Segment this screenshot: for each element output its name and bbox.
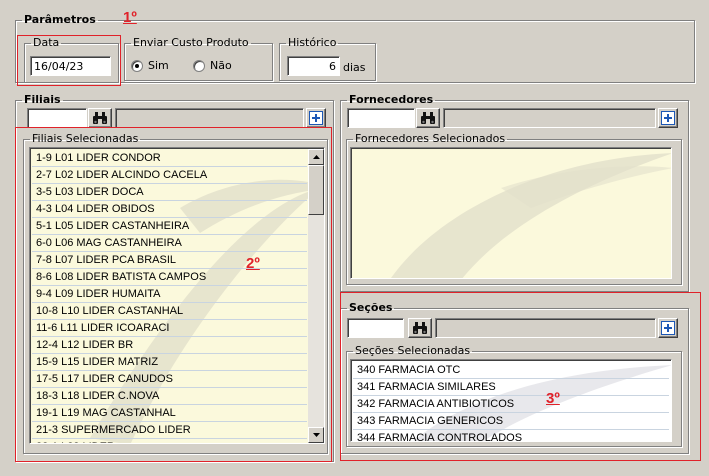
- filiais-title: Filiais: [24, 93, 61, 106]
- fornecedores-search-button[interactable]: [416, 108, 440, 128]
- filiais-search-button[interactable]: [88, 108, 112, 128]
- fornecedores-title: Fornecedores: [349, 93, 434, 106]
- scroll-thumb[interactable]: [308, 165, 324, 215]
- data-title: Data: [33, 36, 60, 49]
- list-item[interactable]: 19-1 L19 MAG CASTANHAL: [32, 405, 307, 422]
- secoes-add-button[interactable]: [658, 318, 678, 338]
- list-item[interactable]: 21-3 SUPERMERCADO LIDER: [32, 422, 307, 439]
- fornecedores-selecionados-title: Fornecedores Selecionados: [355, 132, 506, 145]
- scroll-down-button[interactable]: [308, 427, 324, 443]
- filiais-name-field: [115, 108, 304, 128]
- list-item[interactable]: 22-1 L22 LIDER: [32, 439, 307, 443]
- secoes-title: Seções: [349, 301, 393, 314]
- data-input[interactable]: [30, 56, 111, 76]
- filiais-code-input[interactable]: [27, 108, 87, 128]
- secoes-name-field: [435, 318, 656, 338]
- enviar-custo-group: Enviar Custo Produto: [124, 37, 273, 81]
- fornecedores-name-field: [443, 108, 656, 128]
- parametros-title: Parâmetros: [24, 13, 96, 26]
- list-item[interactable]: 343 FARMACIA GENERICOS: [353, 413, 669, 430]
- list-item[interactable]: 341 FARMACIA SIMILARES: [353, 379, 669, 396]
- add-icon: [661, 111, 675, 125]
- custo-nao-label[interactable]: Não: [210, 59, 232, 72]
- arrow-up-icon: [312, 155, 320, 159]
- list-item[interactable]: 340 FARMACIA OTC: [353, 362, 669, 379]
- custo-sim-radio[interactable]: [131, 60, 143, 72]
- list-item[interactable]: 11-6 L11 LIDER ICOARACI: [32, 320, 307, 337]
- annotation-label-1: 1º: [123, 9, 137, 26]
- fornecedores-list[interactable]: [350, 147, 672, 279]
- arrow-down-icon: [312, 433, 320, 437]
- scroll-up-button[interactable]: [308, 149, 324, 165]
- secoes-code-input[interactable]: [347, 318, 404, 338]
- list-item[interactable]: 342 FARMACIA ANTIBIOTICOS: [353, 396, 669, 413]
- custo-sim-label[interactable]: Sim: [148, 59, 169, 72]
- list-item[interactable]: 9-4 L09 LIDER HUMAITA: [32, 286, 307, 303]
- filiais-list[interactable]: 1-9 L01 LIDER CONDOR 2-7 L02 LIDER ALCIND…: [29, 147, 325, 444]
- list-item[interactable]: 7-8 L07 LIDER PCA BRASIL: [32, 252, 307, 269]
- filiais-selecionadas-title: Filiais Selecionadas: [32, 132, 139, 145]
- binoculars-icon: [421, 112, 435, 124]
- binoculars-icon: [413, 322, 427, 334]
- custo-nao-radio[interactable]: [193, 60, 205, 72]
- list-item[interactable]: 4-3 L04 LIDER OBIDOS: [32, 201, 307, 218]
- list-item[interactable]: 344 FARMACIA CONTROLADOS: [353, 430, 669, 441]
- add-icon: [661, 321, 675, 335]
- annotation-label-2: 2º: [246, 255, 260, 272]
- list-item[interactable]: 10-8 L10 LIDER CASTANHAL: [32, 303, 307, 320]
- secoes-search-button[interactable]: [408, 318, 432, 338]
- list-item[interactable]: 18-3 L18 LIDER C.NOVA: [32, 388, 307, 405]
- list-item[interactable]: 2-7 L02 LIDER ALCINDO CACELA: [32, 167, 307, 184]
- historico-input[interactable]: [287, 56, 340, 76]
- list-item[interactable]: 5-1 L05 LIDER CASTANHEIRA: [32, 218, 307, 235]
- fornecedores-add-button[interactable]: [658, 108, 678, 128]
- fornecedores-code-input[interactable]: [347, 108, 415, 128]
- list-item[interactable]: 6-0 L06 MAG CASTANHEIRA: [32, 235, 307, 252]
- annotation-label-3: 3º: [546, 390, 560, 407]
- filiais-add-button[interactable]: [306, 108, 326, 128]
- binoculars-icon: [93, 112, 107, 124]
- historico-unit: dias: [343, 61, 366, 74]
- add-icon: [309, 111, 323, 125]
- list-item[interactable]: 3-5 L03 LIDER DOCA: [32, 184, 307, 201]
- enviar-custo-title: Enviar Custo Produto: [133, 36, 249, 49]
- list-item[interactable]: 17-5 L17 LIDER CANUDOS: [32, 371, 307, 388]
- secoes-selecionadas-title: Seções Selecionadas: [355, 344, 471, 357]
- list-item[interactable]: 12-4 L12 LIDER BR: [32, 337, 307, 354]
- list-item[interactable]: 8-6 L08 LIDER BATISTA CAMPOS: [32, 269, 307, 286]
- watermark-swoosh: [391, 153, 671, 278]
- historico-title: Histórico: [288, 36, 337, 49]
- secoes-list[interactable]: 340 FARMACIA OTC 341 FARMACIA SIMILARES 34…: [350, 359, 672, 442]
- list-item[interactable]: 1-9 L01 LIDER CONDOR: [32, 150, 307, 167]
- list-item[interactable]: 15-9 L15 LIDER MATRIZ: [32, 354, 307, 371]
